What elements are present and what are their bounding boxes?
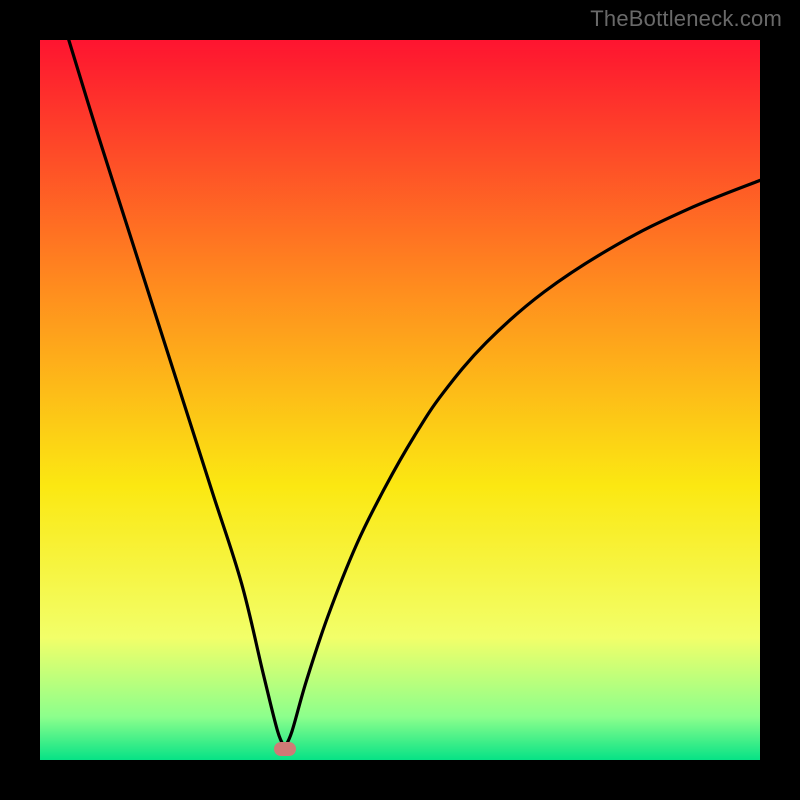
plot-svg	[40, 40, 760, 760]
chart-frame: TheBottleneck.com	[0, 0, 800, 800]
optimal-point-marker	[274, 742, 296, 756]
plot-area	[40, 40, 760, 760]
gradient-background	[40, 40, 760, 760]
watermark-text: TheBottleneck.com	[590, 6, 782, 32]
